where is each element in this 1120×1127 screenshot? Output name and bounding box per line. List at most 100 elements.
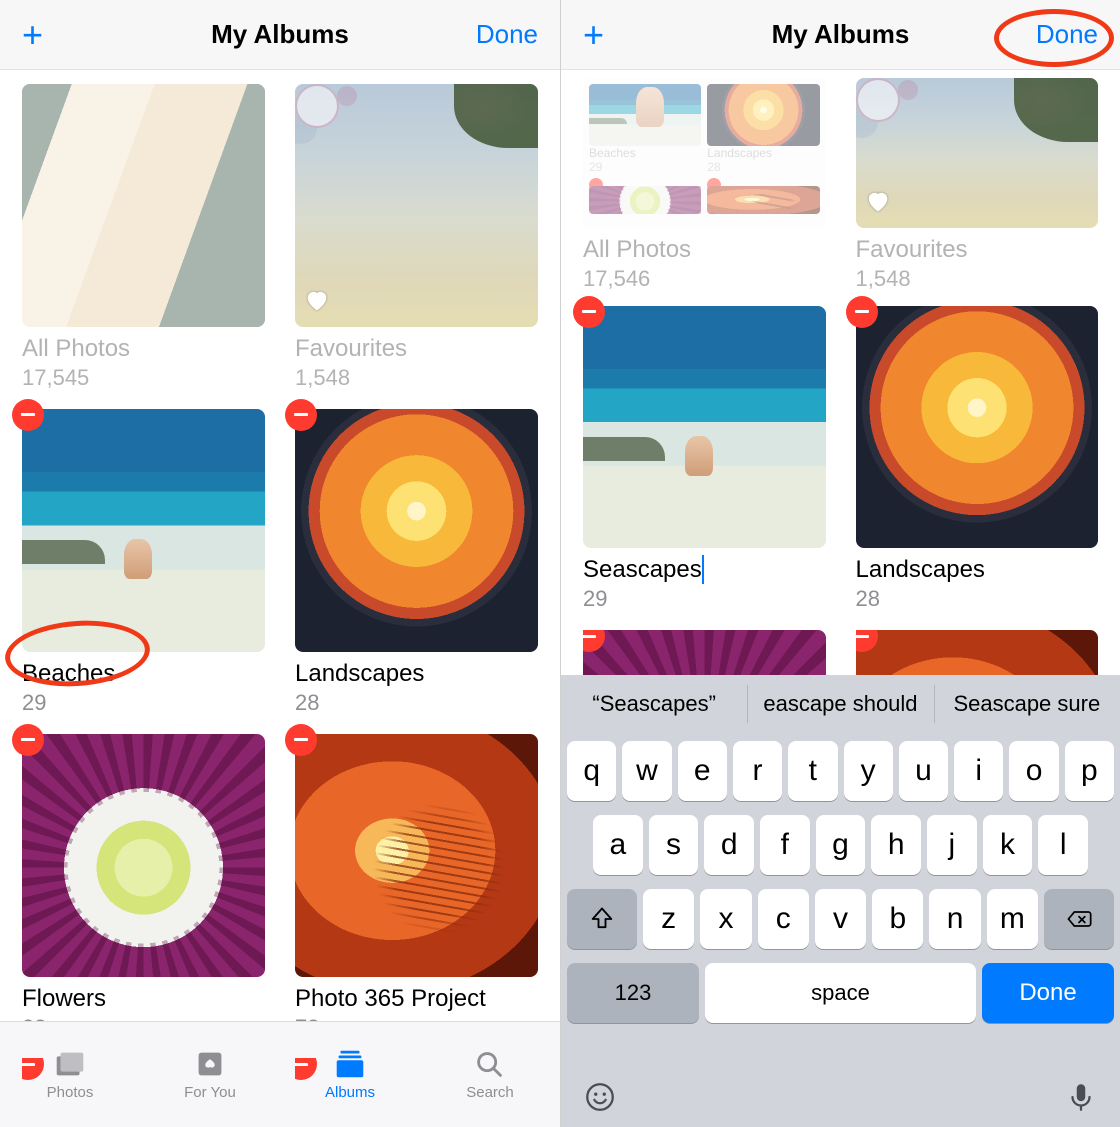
mini-label: Beaches: [589, 146, 701, 160]
album-count: 1,548: [856, 265, 1099, 294]
add-button[interactable]: +: [22, 17, 43, 53]
mini-count: 28: [707, 160, 819, 174]
key-r[interactable]: r: [733, 741, 782, 801]
key-f[interactable]: f: [760, 815, 810, 875]
key-w[interactable]: w: [622, 741, 671, 801]
key-u[interactable]: u: [899, 741, 948, 801]
delete-badge[interactable]: [12, 399, 44, 431]
delete-badge[interactable]: [846, 296, 878, 328]
delete-badge[interactable]: [285, 724, 317, 756]
key-numbers[interactable]: 123: [567, 963, 699, 1023]
album-favourites[interactable]: Favourites 1,548: [856, 78, 1099, 306]
album-all-photos[interactable]: All Photos 17,545: [22, 84, 265, 405]
album-thumb: [295, 409, 538, 652]
key-c[interactable]: c: [758, 889, 809, 949]
key-e[interactable]: e: [678, 741, 727, 801]
album-count: 29: [583, 585, 826, 614]
album-thumb: [856, 78, 1099, 228]
album-photo365[interactable]: Photo 365 Project 78: [295, 734, 538, 1055]
album-title: Favourites: [295, 333, 538, 364]
album-thumb: [22, 734, 265, 977]
key-g[interactable]: g: [816, 815, 866, 875]
album-title: All Photos: [22, 333, 265, 364]
key-k[interactable]: k: [983, 815, 1033, 875]
key-d[interactable]: d: [704, 815, 754, 875]
key-o[interactable]: o: [1009, 741, 1058, 801]
key-n[interactable]: n: [929, 889, 980, 949]
key-t[interactable]: t: [788, 741, 837, 801]
mini-label: Landscapes: [707, 146, 819, 160]
key-z[interactable]: z: [643, 889, 694, 949]
key-j[interactable]: j: [927, 815, 977, 875]
key-v[interactable]: v: [815, 889, 866, 949]
key-row-3: z x c v b n m: [567, 889, 1114, 949]
tab-label: For You: [184, 1084, 236, 1101]
album-title[interactable]: Beaches: [22, 658, 265, 689]
delete-badge[interactable]: [285, 399, 317, 431]
album-title: Favourites: [856, 234, 1099, 265]
mini-count: 29: [589, 160, 701, 174]
album-seascapes[interactable]: Seascapes 29: [583, 306, 826, 626]
key-b[interactable]: b: [872, 889, 923, 949]
album-title-input[interactable]: Seascapes: [583, 554, 702, 585]
key-a[interactable]: a: [593, 815, 643, 875]
key-l[interactable]: l: [1038, 815, 1088, 875]
album-thumb: [856, 306, 1099, 549]
suggestion[interactable]: “Seascapes”: [561, 675, 747, 733]
emoji-button[interactable]: [583, 1080, 617, 1119]
key-done[interactable]: Done: [982, 963, 1114, 1023]
album-count: 17,545: [22, 364, 265, 393]
heart-icon: [864, 187, 892, 220]
key-y[interactable]: y: [844, 741, 893, 801]
album-title[interactable]: Landscapes: [856, 554, 1099, 585]
album-landscapes[interactable]: Landscapes 28: [856, 306, 1099, 626]
delete-badge[interactable]: [12, 724, 44, 756]
album-count: 28: [856, 585, 1099, 614]
key-row-2: a s d f g h j k l: [567, 815, 1114, 875]
album-title[interactable]: Photo 365 Project: [295, 983, 538, 1014]
tab-foryou[interactable]: For You: [140, 1022, 280, 1127]
album-title[interactable]: Landscapes: [295, 658, 538, 689]
suggestion[interactable]: Seascape sure: [934, 675, 1120, 733]
key-space[interactable]: space: [705, 963, 976, 1023]
emoji-icon: [583, 1080, 617, 1114]
album-beaches[interactable]: Beaches 29: [22, 409, 265, 730]
key-shift[interactable]: [567, 889, 637, 949]
tab-search[interactable]: Search: [420, 1022, 560, 1127]
key-x[interactable]: x: [700, 889, 751, 949]
key-i[interactable]: i: [954, 741, 1003, 801]
album-flowers[interactable]: Flowers 28: [22, 734, 265, 1055]
key-q[interactable]: q: [567, 741, 616, 801]
search-icon: [471, 1048, 509, 1080]
add-button[interactable]: +: [583, 17, 604, 53]
screen-right: + My Albums Done Beaches 29 Landscapes: [560, 0, 1120, 1127]
key-m[interactable]: m: [987, 889, 1038, 949]
key-h[interactable]: h: [871, 815, 921, 875]
done-button[interactable]: Done: [1036, 19, 1098, 50]
suggestion[interactable]: eascape should: [747, 675, 933, 733]
key-s[interactable]: s: [649, 815, 699, 875]
album-title[interactable]: Flowers: [22, 983, 265, 1014]
mic-icon: [1064, 1080, 1098, 1114]
album-count: 29: [22, 689, 265, 718]
album-all-photos[interactable]: Beaches 29 Landscapes 28 All Photos 17,5…: [583, 78, 826, 306]
suggestion-bar: “Seascapes” eascape should Seascape sure: [561, 675, 1120, 733]
albums-grid-container: All Photos 17,545 Favourites 1,548 Beach…: [0, 70, 560, 1127]
album-count: 17,546: [583, 265, 826, 294]
tab-label: Photos: [47, 1084, 94, 1101]
key-backspace[interactable]: [1044, 889, 1114, 949]
done-button[interactable]: Done: [476, 19, 538, 50]
album-thumb: [22, 84, 265, 327]
key-p[interactable]: p: [1065, 741, 1114, 801]
tab-label: Search: [466, 1084, 514, 1101]
tab-photos[interactable]: Photos: [0, 1022, 140, 1127]
tab-label: Albums: [325, 1084, 375, 1101]
album-landscapes[interactable]: Landscapes 28: [295, 409, 538, 730]
album-thumb: [583, 306, 826, 549]
delete-badge[interactable]: [573, 296, 605, 328]
photos-icon: [51, 1048, 89, 1080]
navbar: + My Albums Done: [0, 0, 560, 70]
album-favourites[interactable]: Favourites 1,548: [295, 84, 538, 405]
dictation-button[interactable]: [1064, 1080, 1098, 1119]
navbar: + My Albums Done: [561, 0, 1120, 70]
